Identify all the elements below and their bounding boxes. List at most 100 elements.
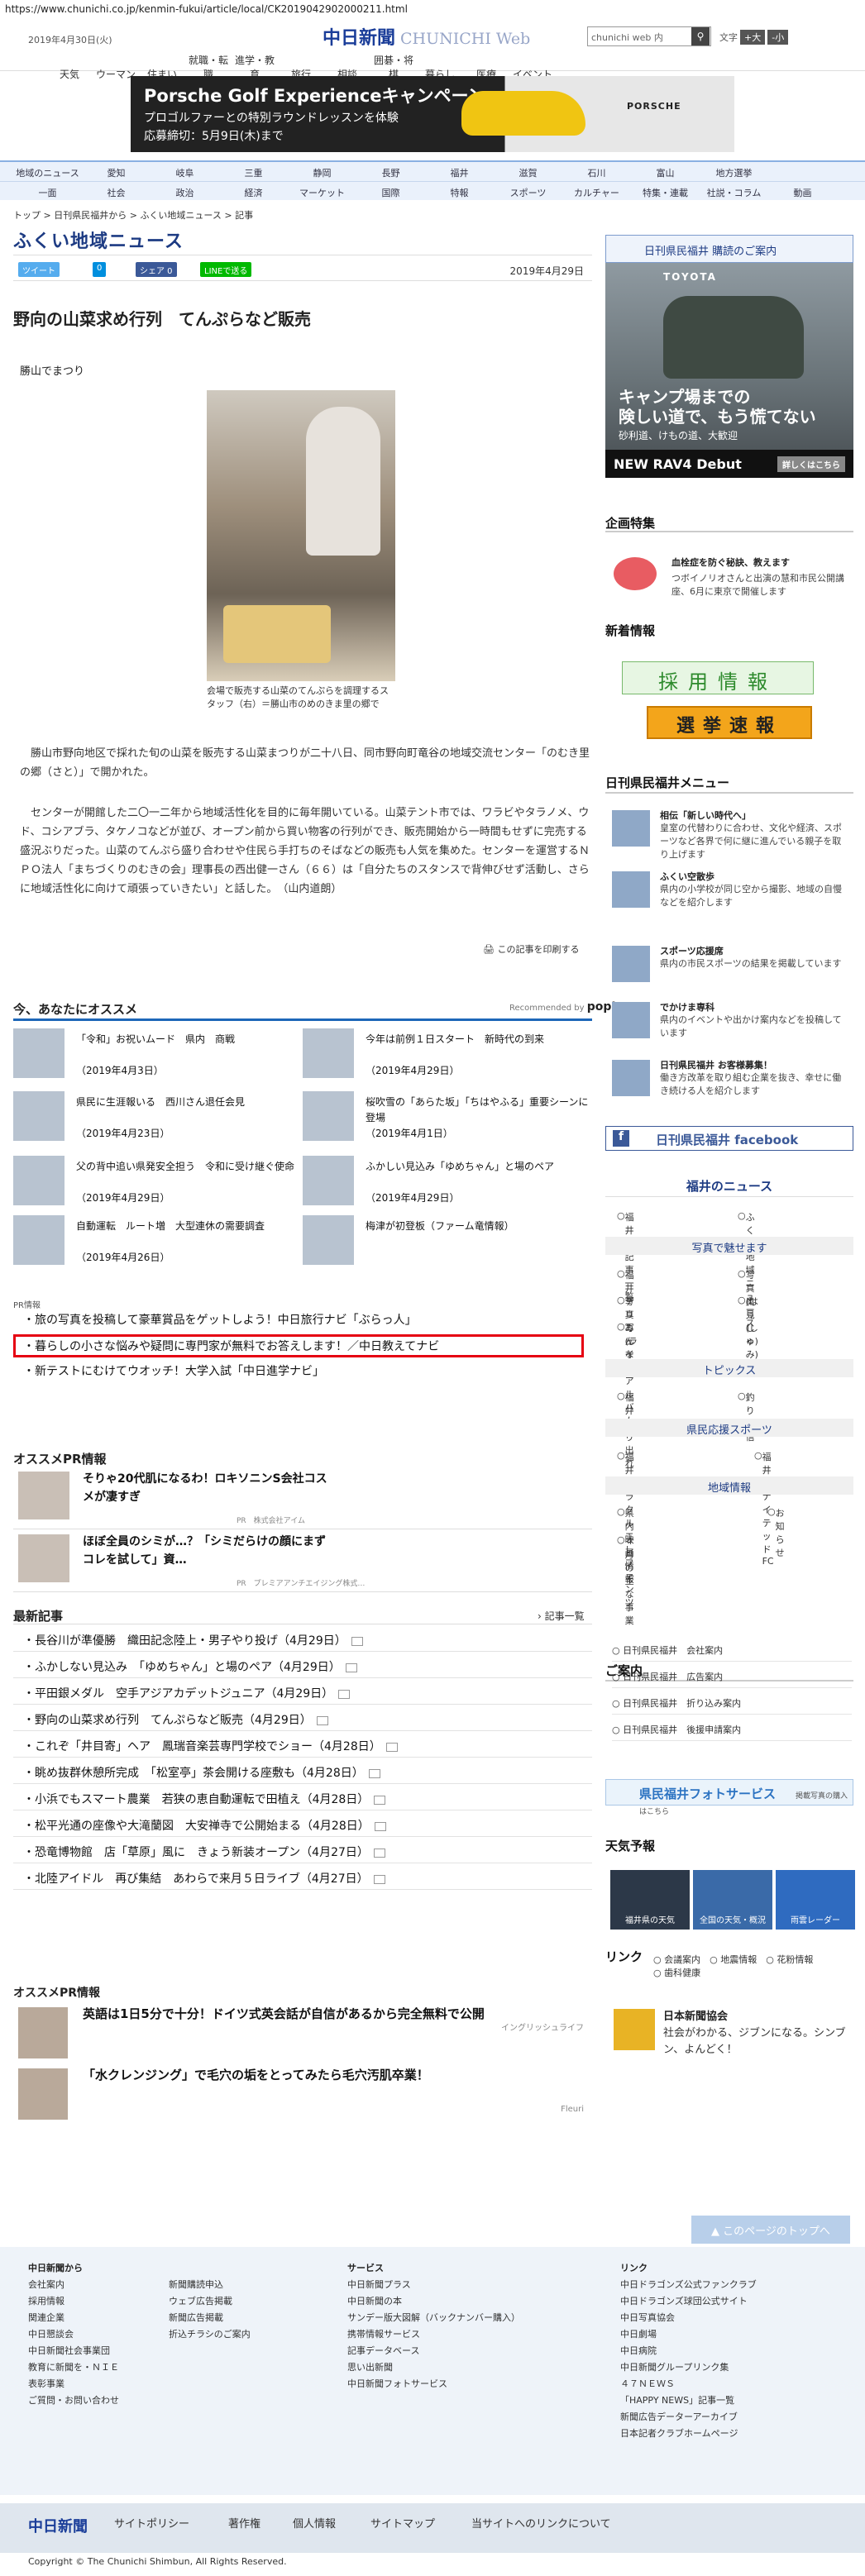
link-policy-link[interactable]: 当サイトへのリンクについて — [471, 2515, 611, 2531]
latest-item[interactable]: ・ふかしない見込み 「ゆめちゃん」と場のペア（4月29日） — [13, 1652, 592, 1678]
footer-link[interactable]: 日本記者クラブホームページ — [620, 2426, 757, 2442]
photo-link[interactable]: ○ 写真(はっしゃ) — [738, 1268, 758, 1347]
area-link[interactable]: ○ お知らせ — [767, 1506, 785, 1558]
photo-link[interactable]: ○ みんなのアルバム — [617, 1321, 634, 1426]
pr-link-oshiete[interactable]: ・暮らしの小さな悩みや疑問に専門家が無料でお答えします！／中日教えてナビ — [23, 1338, 439, 1354]
reco-item[interactable]: 梅津が初登板（ファーム竜情報） — [303, 1212, 592, 1270]
topics-link[interactable]: ○ 福井撮り出れ — [617, 1391, 634, 1469]
copyright-link[interactable]: 著作権 — [228, 2515, 260, 2531]
weather-national-button[interactable]: 全国の天気・概況 — [693, 1870, 772, 1930]
annai-link[interactable]: ○ 日刊県民福井 広告案内 — [612, 1663, 852, 1688]
annai-link[interactable]: ○ 日刊県民福井 会社案内 — [612, 1637, 852, 1662]
annai-link[interactable]: ○ 日刊県民福井 後援申請案内 — [612, 1716, 852, 1741]
nav-item[interactable]: マーケット — [288, 182, 356, 200]
nav-item[interactable]: スポーツ — [494, 182, 562, 200]
footer-link[interactable]: 採用情報 — [28, 2293, 119, 2310]
footer-link[interactable]: 中日病院 — [620, 2343, 757, 2359]
reco-item[interactable]: 今年は前例１日スタート 新時代の到来 （2019年4月29日） — [303, 1025, 592, 1083]
reco-item[interactable]: 父の背中追い県発安全担う 令和に受け継ぐ使命 （2019年4月29日） — [13, 1152, 303, 1210]
nav-item[interactable]: 特集・連載 — [631, 182, 700, 200]
footer-link[interactable]: 中日ドラゴンズ公式ファンクラブ — [620, 2277, 757, 2293]
nav-item[interactable]: 社説・コラム — [700, 182, 768, 200]
rain-radar-button[interactable]: 雨雲レーダー — [776, 1870, 855, 1930]
menu-item[interactable]: 日刊県民福井 お客様募集！ 働き方改革を取り組む企業を抜き、幸せに働き続ける人を紹… — [605, 1055, 853, 1108]
nav-item[interactable]: 政治 — [151, 182, 219, 200]
latest-all-link[interactable]: › 記事一覧 — [538, 1609, 585, 1623]
nav-item[interactable]: 愛知 — [82, 162, 151, 181]
pr-link[interactable]: ・旅の写真を投稿して豪華賞品をゲットしよう！中日旅行ナビ「ぶらっ人」 — [23, 1311, 417, 1328]
tweet-button[interactable]: ツイート — [18, 262, 60, 277]
footer-logo[interactable]: 中日新聞 — [28, 2515, 88, 2536]
nav-item[interactable]: 国際 — [356, 182, 425, 200]
topics-link[interactable]: ○ 釣り通信 — [738, 1391, 755, 1443]
menu-item[interactable]: ふくい空散歩 県内の小学校が同じ空から撮影、地域の自慢などを紹介します — [605, 866, 853, 919]
menu-item[interactable]: スポーツ応援席 県内の市民スポーツの結果を掲載しています — [605, 941, 853, 994]
annai-link[interactable]: ○ 日刊県民福井 折り込み案内 — [612, 1690, 852, 1715]
pr-bottom-item[interactable]: 「水クレンジング」で毛穴の垢をとってみたら毛穴汚肌卒業！ Fleuri — [13, 2060, 592, 2126]
nav-item[interactable]: 一面 — [13, 182, 82, 200]
footer-link[interactable]: サンデー版大図解（バックナンバー購入） — [347, 2310, 520, 2326]
search-icon[interactable]: ⚲ — [691, 27, 710, 45]
nav-item[interactable]: 経済 — [219, 182, 288, 200]
kikaku-item[interactable]: 血栓症を防ぐ秘訣、教えます つボイノリオさんと出演の慧和市民公開講座、6月に東京で… — [605, 551, 853, 610]
menu-item[interactable]: でかけま専科 県内のイベントや出かけ案内などを投稿しています — [605, 997, 853, 1050]
nav-item[interactable]: 福井 — [425, 162, 494, 181]
footer-link[interactable]: 中日新聞の本 — [347, 2293, 520, 2310]
nav-item[interactable]: 岐阜 — [151, 162, 219, 181]
fukui-link[interactable]: ○ ふくい地域ニュース — [738, 1210, 755, 1329]
pr-bottom-item[interactable]: 英語は1日5分で十分！ドイツ式英会話が自信があるから完全無料で公開 イングリッシュ… — [13, 1999, 592, 2065]
to-top-button[interactable]: ▲ このページのトップへ — [691, 2216, 850, 2244]
link-item[interactable]: ○ 地震情報 — [710, 1954, 757, 1965]
senkyo-banner[interactable]: 選挙速報 — [647, 706, 812, 739]
toyota-ad[interactable]: TOYOTA キャンプ場までの 険しい道で、もう慌てない 砂利道、けもの道、大歓迎… — [605, 263, 853, 478]
footer-link[interactable]: ウェブ広告掲載 — [169, 2293, 251, 2310]
subscribe-banner[interactable]: 日刊県民福井 購読のご案内 — [605, 235, 853, 263]
reco-item[interactable]: 「令和」お祝いムード 県内 商戦 （2019年4月3日） — [13, 1025, 303, 1083]
link-item[interactable]: ○ 会議案内 — [653, 1954, 700, 1965]
breadcrumb[interactable]: トップ > 日刊県民福井から > ふくい地域ニュース > 記事 — [13, 208, 253, 222]
footer-link[interactable]: 記事データベース — [347, 2343, 520, 2359]
latest-item[interactable]: ・長谷川が準優勝 織田記念陸上・男子やり投げ（4月29日） — [13, 1625, 592, 1652]
privacy-link[interactable]: 個人情報 — [293, 2515, 336, 2531]
nav-item[interactable]: 地域のニュース — [13, 162, 82, 181]
footer-link[interactable]: 携帯情報サービス — [347, 2326, 520, 2343]
gnav-item[interactable]: 天気 — [46, 64, 93, 81]
font-big-button[interactable]: +大 — [740, 30, 766, 45]
footer-link[interactable]: ご質問・お問い合わせ — [28, 2392, 119, 2409]
area-link[interactable]: ○ 県内映画情報 — [617, 1506, 634, 1585]
footer-link[interactable]: 中日新聞社会事業団 — [28, 2343, 119, 2359]
footer-link[interactable]: 中日写真協会 — [620, 2310, 757, 2326]
print-link[interactable]: 🖨 この記事を印刷する — [483, 942, 579, 956]
saiyo-banner[interactable]: 採用情報 — [622, 661, 814, 694]
latest-item[interactable]: ・北陸アイドル 再び集結 あわらで来月５日ライブ（4月27日） — [13, 1863, 592, 1890]
latest-item[interactable]: ・松平光通の座像や大滝蘭図 大安禅寺で公開始まる（4月28日） — [13, 1810, 592, 1837]
font-small-button[interactable]: -小 — [767, 30, 789, 45]
photo-link[interactable]: ○ 福井写真ニュース — [617, 1268, 634, 1373]
reco-item[interactable]: 桜吹雪の「あらた坂」「ちはやふる」重要シーンに登場 （2019年4月1日） — [303, 1088, 592, 1146]
footer-link[interactable]: 教育に新聞を・ＮＩＥ — [28, 2359, 119, 2376]
link-item[interactable]: ○ 歯科健康 — [653, 1968, 700, 1978]
nav-item[interactable]: 社会 — [82, 182, 151, 200]
nihon-shinbun-kyokai[interactable]: 日本新聞協会 社会がわかる、ジブンになる。シンブン、よんどく！ — [605, 2006, 853, 2056]
latest-item[interactable]: ・小浜でもスマート農業 若狭の恵自動運転で田植え（4月28日） — [13, 1784, 592, 1810]
fukui-link[interactable]: ○ 福井発 記事一覧 — [617, 1210, 634, 1302]
site-logo[interactable]: 中日新聞 CHUNICHI Web — [323, 23, 530, 50]
area-link[interactable]: ○ ４月の主な事業 — [617, 1534, 634, 1626]
nav-item[interactable]: 静岡 — [288, 162, 356, 181]
nav-item[interactable]: 三重 — [219, 162, 288, 181]
site-policy-link[interactable]: サイトポリシー — [114, 2515, 189, 2531]
photo-service-banner[interactable]: 県民福井フォトサービス 掲載写真の購入はこちら — [605, 1779, 853, 1816]
footer-link[interactable]: 新聞広告データーアーカイブ — [620, 2409, 757, 2426]
footer-link[interactable]: 中日ドラゴンズ球団公式サイト — [620, 2293, 757, 2310]
footer-link[interactable]: 表彰事業 — [28, 2376, 119, 2392]
line-share-button[interactable]: LINEで送る — [200, 262, 252, 277]
pr-item[interactable]: そりゃ20代肌になるわ！ロキソニンS会社コスメが凄すぎ PR 株式会社アイム — [13, 1468, 592, 1529]
reco-item[interactable]: 県民に生涯報いる 西川さん退任会見 （2019年4月23日） — [13, 1088, 303, 1146]
photo-link[interactable]: ○ 奥見(しゅみ) — [738, 1295, 758, 1360]
facebook-share-button[interactable]: シェア 0 — [136, 262, 177, 277]
latest-item[interactable]: ・これぞ「井目寄」ヘア 鳳瑞音楽芸専門学校でショー（4月28日） — [13, 1731, 592, 1758]
footer-link[interactable]: 中日新聞プラス — [347, 2277, 520, 2293]
footer-link[interactable]: 中日懇談会 — [28, 2326, 119, 2343]
latest-item[interactable]: ・恐竜博物館 店「草原」風に きょう新装オープン（4月27日） — [13, 1837, 592, 1863]
latest-item[interactable]: ・平田銀メダル 空手アジアカデットジュニア（4月29日） — [13, 1678, 592, 1705]
